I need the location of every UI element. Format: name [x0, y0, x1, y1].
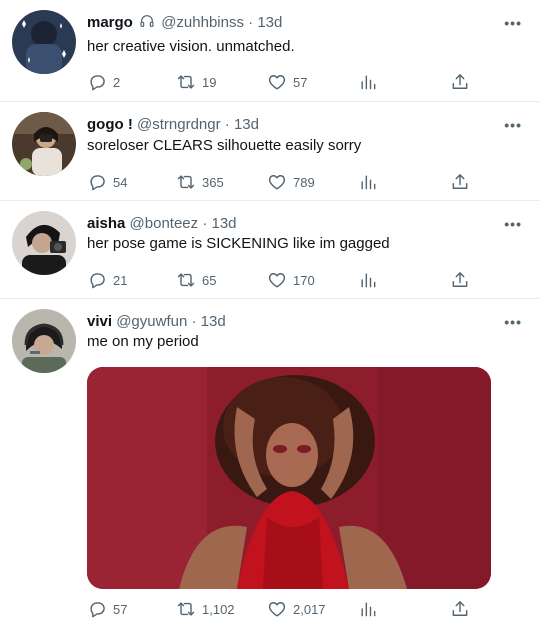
- more-icon[interactable]: •••: [504, 15, 522, 31]
- tweet-text: soreloser CLEARS silhouette easily sorry: [87, 137, 362, 154]
- retweet-button[interactable]: 19: [176, 70, 216, 94]
- reply-icon: [87, 270, 107, 290]
- display-name[interactable]: vivi: [87, 313, 112, 330]
- action-bar: 21 65 170: [87, 268, 477, 292]
- retweet-button[interactable]: 65: [176, 268, 216, 292]
- reply-count: 57: [113, 601, 128, 617]
- handle[interactable]: @zuhhbinss: [161, 14, 244, 31]
- reply-button[interactable]: 54: [87, 170, 127, 194]
- display-name[interactable]: aisha: [87, 215, 125, 232]
- reply-button[interactable]: 2: [87, 70, 120, 94]
- action-bar: 2 19 57: [87, 70, 477, 94]
- like-icon: [267, 72, 287, 92]
- retweet-button[interactable]: 365: [176, 170, 224, 194]
- share-icon: [450, 72, 470, 92]
- separator: ·: [191, 313, 197, 330]
- stats-button[interactable]: [358, 70, 378, 94]
- timestamp[interactable]: 13d: [257, 14, 282, 31]
- share-icon: [450, 270, 470, 290]
- like-button[interactable]: 57: [267, 70, 307, 94]
- headphones-icon: [140, 15, 154, 27]
- action-bar: 57 1,102 2,017: [87, 597, 477, 621]
- more-icon[interactable]: •••: [504, 314, 522, 330]
- share-icon: [450, 599, 470, 619]
- separator: ·: [248, 14, 254, 31]
- like-count: 2,017: [293, 601, 326, 617]
- reply-icon: [87, 599, 107, 619]
- share-button[interactable]: [450, 268, 470, 292]
- timestamp[interactable]: 13d: [201, 313, 226, 330]
- like-button[interactable]: 170: [267, 268, 315, 292]
- reply-button[interactable]: 57: [87, 597, 127, 621]
- avatar[interactable]: [12, 112, 76, 176]
- retweet-count: 1,102: [202, 601, 235, 617]
- avatar[interactable]: [12, 10, 76, 74]
- display-name[interactable]: gogo !: [87, 116, 133, 133]
- like-count: 170: [293, 272, 315, 288]
- handle[interactable]: @gyuwfun: [116, 313, 187, 330]
- retweet-count: 65: [202, 272, 217, 288]
- reply-count: 54: [113, 174, 128, 190]
- share-button[interactable]: [450, 170, 470, 194]
- tweet-margo[interactable]: margo @zuhhbinss · 13d ••• her creative …: [0, 0, 540, 102]
- retweet-icon: [176, 599, 196, 619]
- tweet-text: her creative vision. unmatched.: [87, 38, 295, 55]
- tweet-gogo[interactable]: gogo ! @strngrdngr · 13d ••• soreloser C…: [0, 102, 540, 201]
- share-button[interactable]: [450, 70, 470, 94]
- stats-icon: [358, 270, 378, 290]
- timestamp[interactable]: 13d: [211, 215, 236, 232]
- action-bar: 54 365 789: [87, 170, 477, 194]
- reply-count: 21: [113, 272, 128, 288]
- tweet-vivi[interactable]: vivi @gyuwfun · 13d ••• me on my period: [0, 299, 540, 628]
- like-button[interactable]: 2,017: [267, 597, 326, 621]
- timestamp[interactable]: 13d: [234, 116, 259, 133]
- stats-button[interactable]: [358, 268, 378, 292]
- reply-icon: [87, 172, 107, 192]
- stats-icon: [358, 172, 378, 192]
- stats-button[interactable]: [358, 597, 378, 621]
- avatar[interactable]: [12, 309, 76, 373]
- tweet-text: me on my period: [87, 333, 199, 350]
- avatar[interactable]: [12, 211, 76, 275]
- reply-button[interactable]: 21: [87, 268, 127, 292]
- like-button[interactable]: 789: [267, 170, 315, 194]
- more-icon[interactable]: •••: [504, 117, 522, 133]
- share-button[interactable]: [450, 597, 470, 621]
- stats-icon: [358, 599, 378, 619]
- tweet-media-image[interactable]: [87, 367, 491, 589]
- stats-button[interactable]: [358, 170, 378, 194]
- retweet-icon: [176, 72, 196, 92]
- handle[interactable]: @strngrdngr: [137, 116, 221, 133]
- stats-icon: [358, 72, 378, 92]
- like-count: 57: [293, 74, 308, 90]
- share-icon: [450, 172, 470, 192]
- retweet-button[interactable]: 1,102: [176, 597, 235, 621]
- reply-icon: [87, 72, 107, 92]
- tweet-text: her pose game is SICKENING like im gagge…: [87, 235, 390, 252]
- retweet-icon: [176, 172, 196, 192]
- retweet-icon: [176, 270, 196, 290]
- like-icon: [267, 270, 287, 290]
- more-icon[interactable]: •••: [504, 216, 522, 232]
- separator: ·: [224, 116, 230, 133]
- retweet-count: 365: [202, 174, 224, 190]
- like-count: 789: [293, 174, 315, 190]
- display-name[interactable]: margo: [87, 14, 133, 31]
- like-icon: [267, 172, 287, 192]
- like-icon: [267, 599, 287, 619]
- separator: ·: [202, 215, 208, 232]
- tweet-aisha[interactable]: aisha @bonteez · 13d ••• her pose game i…: [0, 201, 540, 299]
- retweet-count: 19: [202, 74, 217, 90]
- handle[interactable]: @bonteez: [130, 215, 199, 232]
- reply-count: 2: [113, 74, 121, 90]
